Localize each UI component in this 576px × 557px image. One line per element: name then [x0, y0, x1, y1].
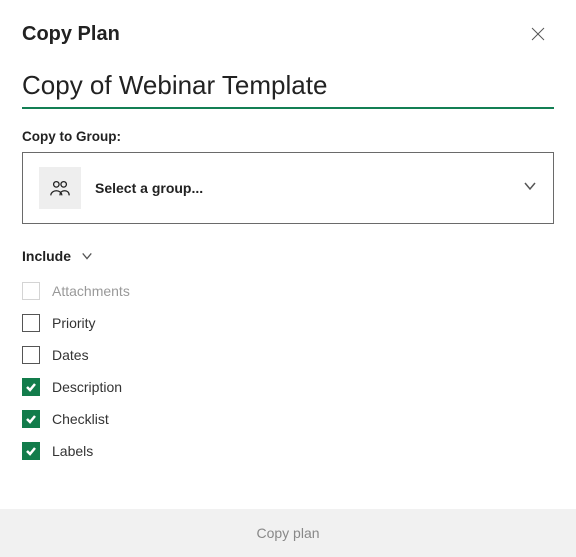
include-option-labels[interactable]: Labels — [22, 442, 554, 460]
people-icon — [49, 177, 71, 199]
checkbox[interactable] — [22, 442, 40, 460]
dialog-body: Copy to Group: Select a group... Include… — [0, 56, 576, 509]
submit-label: Copy plan — [256, 525, 319, 541]
checkbox[interactable] — [22, 314, 40, 332]
check-icon — [25, 413, 37, 425]
option-label: Priority — [52, 315, 96, 331]
chevron-down-icon — [523, 179, 537, 198]
include-options-list: Attachments Priority Dates Description Check… — [22, 282, 554, 460]
group-select-placeholder: Select a group... — [95, 180, 523, 196]
check-icon — [25, 381, 37, 393]
include-label: Include — [22, 248, 71, 264]
option-label: Description — [52, 379, 122, 395]
checkbox[interactable] — [22, 410, 40, 428]
copy-plan-submit-button[interactable]: Copy plan — [0, 509, 576, 557]
close-icon — [531, 27, 545, 41]
check-icon — [25, 445, 37, 457]
checkbox — [22, 282, 40, 300]
include-option-priority[interactable]: Priority — [22, 314, 554, 332]
plan-name-input[interactable] — [22, 64, 554, 109]
dialog-title: Copy Plan — [22, 23, 120, 46]
option-label: Dates — [52, 347, 89, 363]
group-select-dropdown[interactable]: Select a group... — [22, 152, 554, 224]
include-option-dates[interactable]: Dates — [22, 346, 554, 364]
people-icon-box — [39, 167, 81, 209]
option-label: Attachments — [52, 283, 130, 299]
copy-plan-dialog: Copy Plan Copy to Group: Select a group.… — [0, 0, 576, 557]
close-button[interactable] — [526, 22, 550, 46]
include-option-checklist[interactable]: Checklist — [22, 410, 554, 428]
option-label: Labels — [52, 443, 93, 459]
chevron-down-icon — [81, 250, 93, 262]
checkbox[interactable] — [22, 346, 40, 364]
include-option-description[interactable]: Description — [22, 378, 554, 396]
option-label: Checklist — [52, 411, 109, 427]
dialog-header: Copy Plan — [0, 0, 576, 56]
checkbox[interactable] — [22, 378, 40, 396]
include-option-attachments: Attachments — [22, 282, 554, 300]
include-toggle[interactable]: Include — [22, 248, 554, 264]
copy-to-label: Copy to Group: — [22, 129, 554, 144]
